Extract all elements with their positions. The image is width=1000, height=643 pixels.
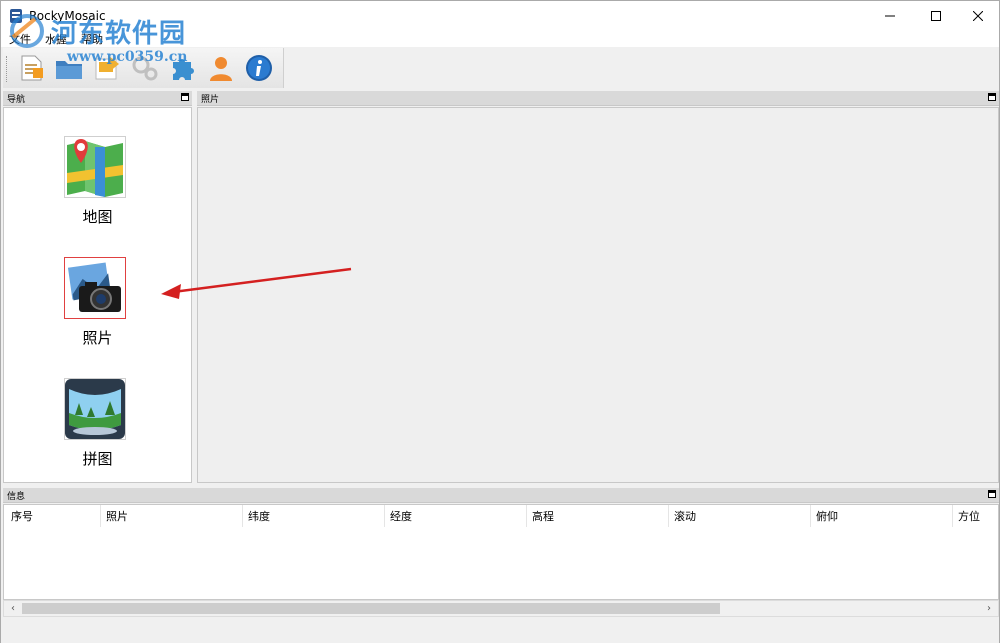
nav-panel-header: 导航 — [3, 91, 192, 106]
column-header-heading[interactable]: 方位 — [953, 505, 998, 527]
info-panel-title: 信息 — [7, 492, 26, 502]
status-bar — [1, 619, 999, 643]
column-header-pitch[interactable]: 俯仰 — [811, 505, 953, 527]
nav-item-mosaic[interactable]: 拼图 — [4, 362, 191, 472]
nav-item-map[interactable]: 地图 — [4, 120, 191, 230]
scroll-left-icon[interactable]: ‹ — [6, 603, 20, 615]
minimize-icon — [885, 15, 895, 17]
nav-panel-title: 导航 — [7, 95, 26, 105]
watermark-url: www.pc0359.cn — [67, 49, 188, 65]
nav-label-mosaic: 拼图 — [82, 450, 113, 468]
minimize-button[interactable] — [867, 1, 913, 31]
user-icon[interactable] — [205, 52, 237, 84]
column-header-index[interactable]: 序号 — [6, 505, 101, 527]
column-header-longitude[interactable]: 经度 — [385, 505, 527, 527]
nav-label-photo: 照片 — [82, 329, 113, 347]
new-document-icon[interactable] — [15, 52, 47, 84]
nav-panel-restore-button[interactable] — [181, 93, 189, 101]
map-icon — [64, 136, 126, 198]
watermark-logo — [10, 14, 44, 48]
column-header-photo[interactable]: 照片 — [101, 505, 243, 527]
info-icon[interactable] — [243, 52, 275, 84]
info-panel-header: 信息 — [3, 488, 999, 503]
info-panel-restore-button[interactable] — [988, 490, 996, 498]
photo-panel-header: 照片 — [197, 91, 999, 106]
scroll-right-icon[interactable]: › — [982, 603, 996, 615]
close-icon — [973, 11, 983, 21]
toolbar-grip[interactable] — [6, 56, 10, 82]
info-table: 序号 照片 纬度 经度 高程 滚动 俯仰 方位 — [3, 504, 999, 600]
maximize-icon — [931, 11, 941, 21]
horizontal-scrollbar[interactable]: ‹ › — [3, 600, 999, 617]
close-button[interactable] — [955, 1, 1000, 31]
photo-panel-restore-button[interactable] — [988, 93, 996, 101]
maximize-button[interactable] — [913, 1, 959, 31]
photo-panel-title: 照片 — [201, 95, 220, 105]
scrollbar-thumb[interactable] — [22, 603, 720, 614]
app-window: RockyMosaic 文件 水握 帮助 河东软件园 www.pc0359.cn… — [0, 0, 1000, 643]
annotation-arrow — [161, 267, 352, 299]
column-header-roll[interactable]: 滚动 — [669, 505, 811, 527]
nav-label-map: 地图 — [82, 208, 113, 226]
camera-icon — [64, 257, 126, 319]
column-header-latitude[interactable]: 纬度 — [243, 505, 385, 527]
watermark-text: 河东软件园 — [51, 19, 187, 49]
column-header-elevation[interactable]: 高程 — [527, 505, 669, 527]
panorama-icon — [64, 378, 126, 440]
